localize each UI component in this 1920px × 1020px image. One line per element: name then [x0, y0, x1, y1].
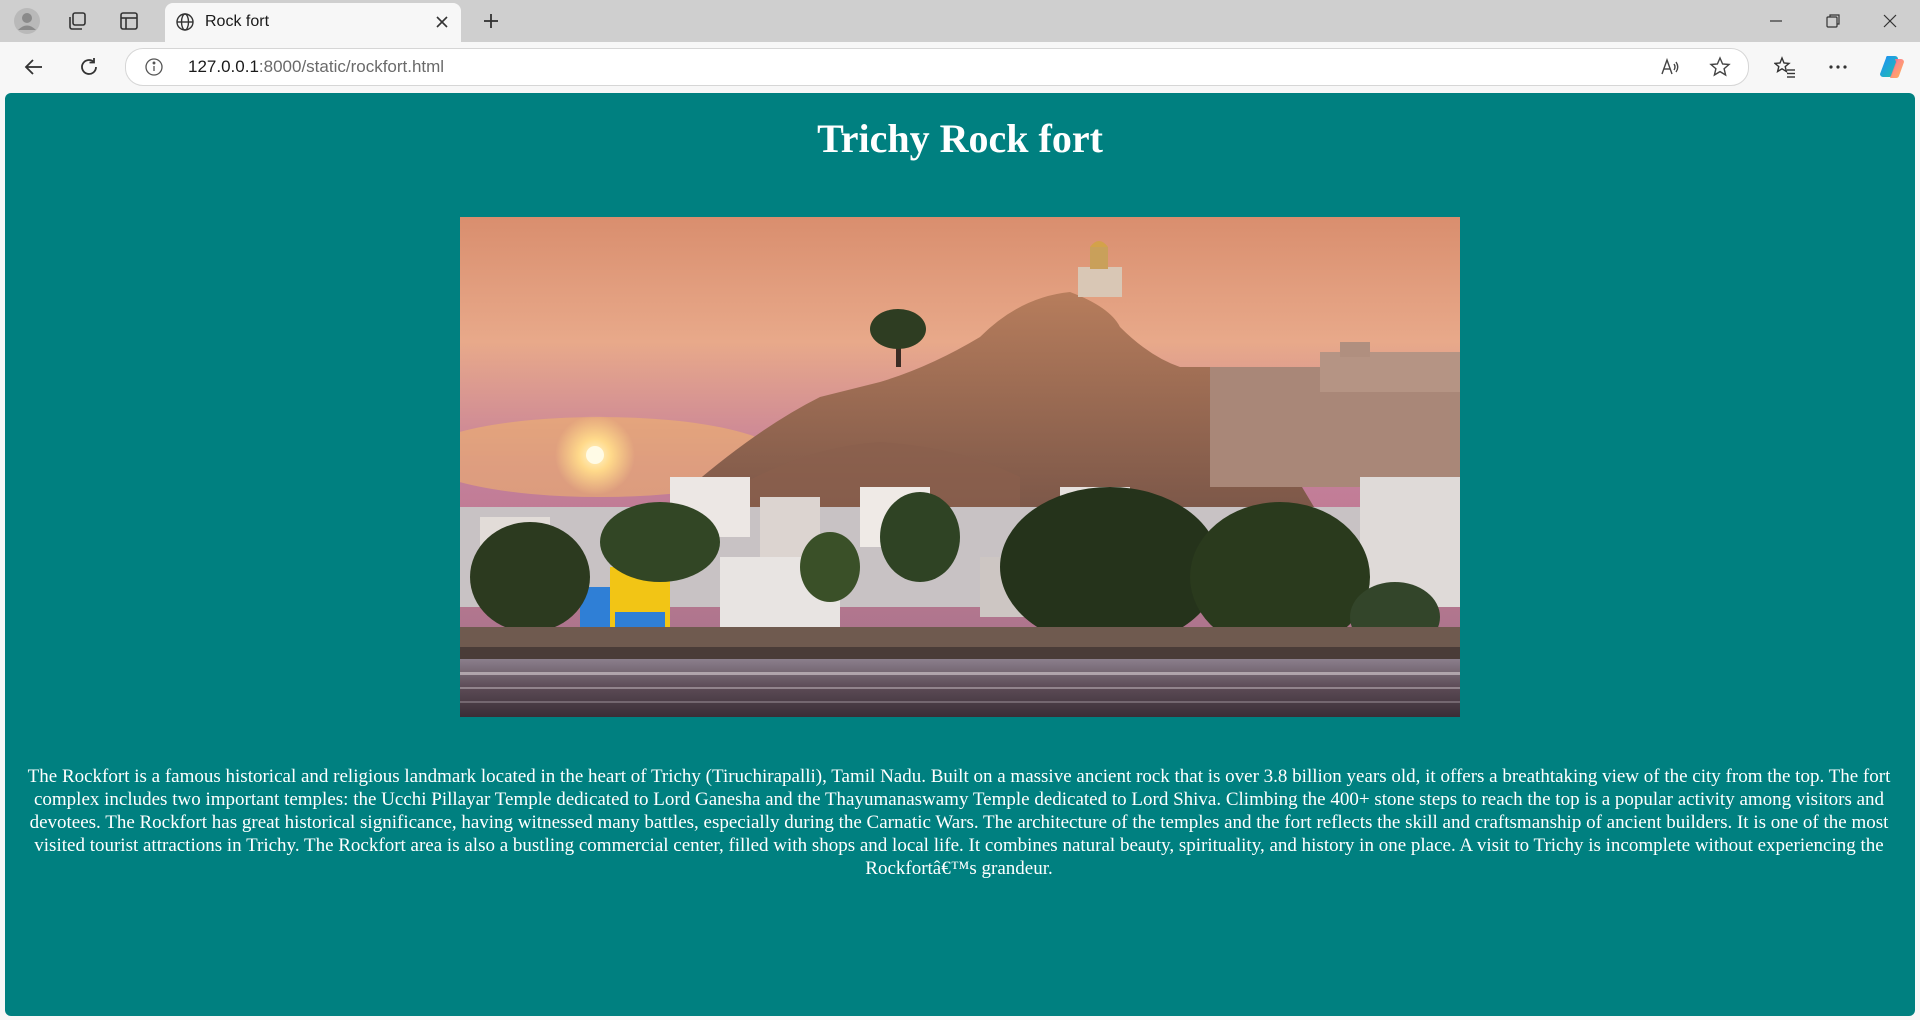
profile-avatar-icon[interactable] — [10, 6, 44, 36]
toolbar: 127.0.0.1:8000/static/rockfort.html — [0, 42, 1920, 92]
tab-title: Rock fort — [205, 13, 270, 30]
url-path: :8000/static/rockfort.html — [258, 57, 445, 76]
workspaces-icon[interactable] — [60, 6, 94, 36]
url-host: 127.0.0.1 — [188, 57, 259, 76]
browser-window: Rock fort 127.0.0.1:8000/static/rockfort… — [0, 0, 1920, 1020]
rockfort-description: The Rockfort is a famous historical and … — [27, 766, 1891, 879]
more-icon[interactable] — [1820, 50, 1856, 84]
site-info-icon[interactable] — [144, 57, 164, 77]
globe-icon — [173, 10, 197, 34]
url-text[interactable]: 127.0.0.1:8000/static/rockfort.html — [188, 57, 444, 77]
minimize-button[interactable] — [1748, 0, 1804, 42]
star-icon[interactable] — [1708, 55, 1732, 79]
address-bar[interactable]: 127.0.0.1:8000/static/rockfort.html — [125, 48, 1749, 86]
page-title: Trichy Rock fort — [817, 116, 1103, 161]
tab-actions-icon[interactable] — [112, 6, 146, 36]
close-window-button[interactable] — [1862, 0, 1918, 42]
read-aloud-icon[interactable] — [1658, 55, 1682, 79]
new-tab-button[interactable] — [474, 6, 508, 36]
tab-strip: Rock fort — [0, 0, 1920, 42]
page-viewport: Trichy Rock fort The Rockfort is a famou… — [5, 93, 1915, 1016]
rockfort-photo — [460, 217, 1460, 717]
refresh-button[interactable] — [71, 50, 107, 84]
restore-button[interactable] — [1805, 0, 1861, 42]
close-tab-icon[interactable] — [431, 11, 453, 33]
active-tab[interactable]: Rock fort — [165, 3, 461, 42]
favorites-icon[interactable] — [1767, 50, 1803, 84]
back-button[interactable] — [16, 50, 52, 84]
copilot-icon[interactable] — [1874, 50, 1910, 84]
